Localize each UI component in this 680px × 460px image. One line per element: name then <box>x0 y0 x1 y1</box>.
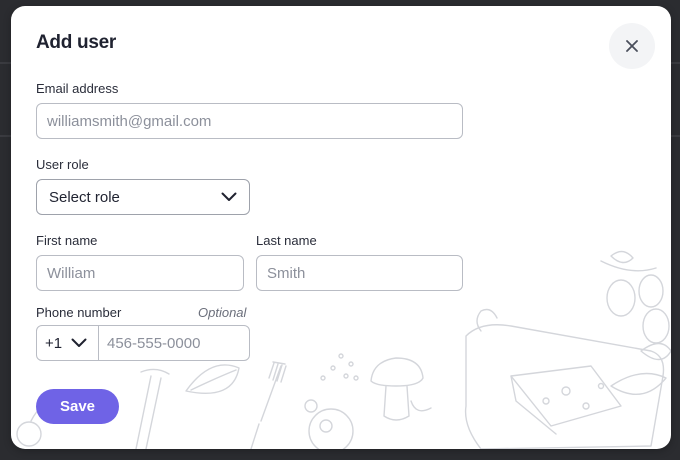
save-button[interactable]: Save <box>36 389 119 424</box>
phone-optional-hint: Optional <box>198 305 247 320</box>
first-name-label: First name <box>36 233 98 248</box>
last-name-field-wrapper <box>256 255 463 291</box>
user-role-selected: Select role <box>49 188 120 206</box>
email-field[interactable] <box>37 104 462 138</box>
country-code-select[interactable]: +1 <box>37 326 99 360</box>
email-label: Email address <box>36 81 119 96</box>
modal-title: Add user <box>36 32 116 53</box>
chevron-down-icon <box>221 192 237 201</box>
food-illustration <box>16 250 671 449</box>
email-field-wrapper <box>36 103 463 139</box>
country-code-value: +1 <box>45 334 63 352</box>
add-user-modal: Add user Email address User role Select … <box>11 6 671 449</box>
first-name-field-wrapper <box>36 255 244 291</box>
phone-label: Phone number <box>36 305 122 320</box>
chevron-down-icon <box>71 338 87 347</box>
last-name-field[interactable] <box>257 256 462 290</box>
user-role-select[interactable]: Select role <box>36 179 250 215</box>
first-name-field[interactable] <box>37 256 243 290</box>
phone-input-group: +1 <box>36 325 250 361</box>
close-button[interactable] <box>609 23 655 69</box>
user-role-label: User role <box>36 157 89 172</box>
close-icon <box>626 40 638 52</box>
last-name-label: Last name <box>256 233 317 248</box>
phone-number-field[interactable] <box>99 326 249 360</box>
